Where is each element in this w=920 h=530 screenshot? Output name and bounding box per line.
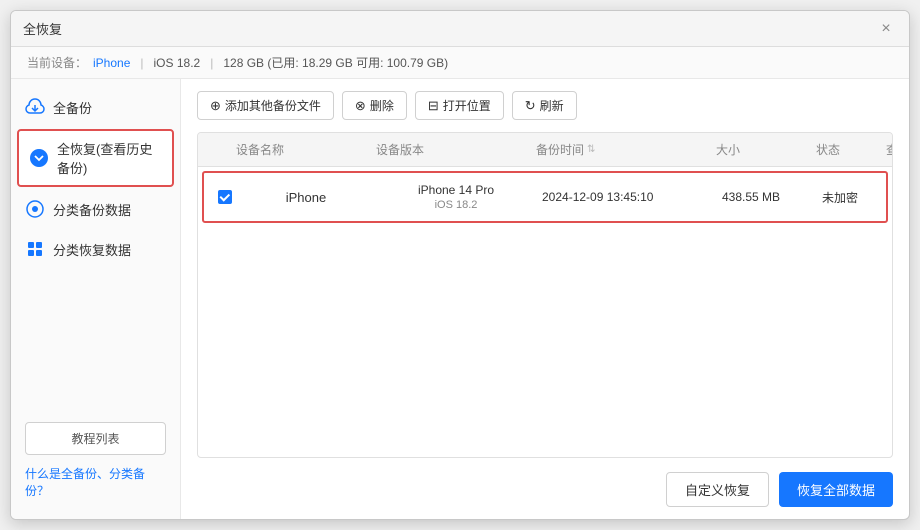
refresh-label: 刷新: [540, 97, 564, 114]
open-location-button[interactable]: ⊟ 打开位置: [415, 91, 504, 120]
category-backup-icon: [25, 199, 45, 219]
sidebar-item-category-backup[interactable]: 分类备份数据: [11, 189, 180, 229]
sep2: |: [210, 56, 213, 70]
bottom-right: 自定义恢复 恢复全部数据: [666, 472, 893, 507]
sidebar-item-full-backup[interactable]: 全备份: [11, 87, 180, 127]
cell-device-name: iPhone: [236, 173, 376, 221]
tutorial-button[interactable]: 教程列表: [25, 422, 166, 455]
titlebar: 全恢复 ×: [11, 11, 909, 47]
sidebar-label-full-backup: 全备份: [53, 98, 92, 117]
device-model: iPhone 14 Pro: [418, 183, 494, 197]
restore-icon: [29, 148, 49, 168]
window-title: 全恢复: [23, 19, 62, 38]
open-location-label: 打开位置: [443, 97, 491, 114]
sidebar-item-category-restore[interactable]: 分类恢复数据: [11, 229, 180, 269]
device-storage: 128 GB (已用: 18.29 GB 可用: 100.79 GB): [223, 54, 448, 71]
col-device-name: 设备名称: [230, 133, 370, 166]
device-label: 当前设备：: [27, 54, 87, 71]
right-panel: ⊕ 添加其他备份文件 ⊗ 删除 ⊟ 打开位置 ↻ 刷新: [181, 79, 909, 519]
device-ios: iOS 18.2: [154, 56, 201, 70]
checkbox[interactable]: [218, 190, 232, 204]
cell-backup-time: 2024-12-09 13:45:10: [536, 173, 716, 221]
device-ios-version: iOS 18.2: [435, 199, 478, 211]
col-status: 状态: [810, 133, 880, 166]
refresh-button[interactable]: ↻ 刷新: [512, 91, 577, 120]
table-body: iPhone iPhone 14 Pro iOS 18.2 2024-12-09…: [198, 167, 892, 458]
col-view-backup: 查看备份: [880, 133, 893, 166]
backup-icon: [25, 97, 45, 117]
main-content: 全备份 全恢复(查看历史备份): [11, 79, 909, 519]
plus-icon: ⊕: [210, 98, 221, 114]
refresh-icon: ↻: [525, 98, 536, 114]
col-device-version: 设备版本: [370, 133, 530, 166]
device-main-name: iPhone: [286, 190, 326, 205]
device-bar: 当前设备： iPhone | iOS 18.2 | 128 GB (已用: 18…: [11, 47, 909, 79]
device-name: iPhone: [93, 56, 130, 70]
restore-all-button[interactable]: 恢复全部数据: [779, 472, 893, 507]
close-button[interactable]: ×: [875, 18, 897, 40]
delete-icon: ⊗: [355, 98, 366, 114]
backup-table: 设备名称 设备版本 备份时间 ⇅ 大小 状态 查看备份: [197, 132, 893, 458]
toolbar: ⊕ 添加其他备份文件 ⊗ 删除 ⊟ 打开位置 ↻ 刷新: [197, 91, 893, 120]
sidebar-item-full-restore[interactable]: 全恢复(查看历史备份): [17, 129, 174, 187]
add-btn-label: 添加其他备份文件: [225, 97, 321, 114]
cell-checkbox[interactable]: [212, 173, 236, 221]
table-row: iPhone iPhone 14 Pro iOS 18.2 2024-12-09…: [202, 171, 888, 223]
main-window: 全恢复 × 当前设备： iPhone | iOS 18.2 | 128 GB (…: [10, 10, 910, 520]
bottom-bar: 自定义恢复 恢复全部数据: [197, 462, 893, 507]
sort-icon: ⇅: [587, 144, 595, 155]
cell-device-version: iPhone 14 Pro iOS 18.2: [376, 173, 536, 221]
table-header: 设备名称 设备版本 备份时间 ⇅ 大小 状态 查看备份: [198, 133, 892, 167]
sidebar: 全备份 全恢复(查看历史备份): [11, 79, 181, 519]
sep1: |: [140, 56, 143, 70]
help-link[interactable]: 什么是全备份、分类备份？: [25, 467, 145, 498]
sidebar-label-full-restore: 全恢复(查看历史备份): [57, 139, 162, 177]
location-icon: ⊟: [428, 98, 439, 114]
cell-status: 未加密: [816, 173, 886, 221]
sidebar-label-category-restore: 分类恢复数据: [53, 240, 131, 259]
delete-btn-label: 删除: [370, 97, 394, 114]
col-size: 大小: [710, 133, 810, 166]
delete-button[interactable]: ⊗ 删除: [342, 91, 407, 120]
sidebar-label-category-backup: 分类备份数据: [53, 200, 131, 219]
col-check: [206, 133, 230, 166]
category-restore-icon: [25, 239, 45, 259]
col-backup-time: 备份时间 ⇅: [530, 133, 710, 166]
customize-restore-button[interactable]: 自定义恢复: [666, 472, 769, 507]
sidebar-bottom: 教程列表 什么是全备份、分类备份？: [11, 410, 180, 511]
add-backup-button[interactable]: ⊕ 添加其他备份文件: [197, 91, 334, 120]
cell-actions: 专业模式 简易模式: [886, 173, 892, 221]
cell-size: 438.55 MB: [716, 173, 816, 221]
